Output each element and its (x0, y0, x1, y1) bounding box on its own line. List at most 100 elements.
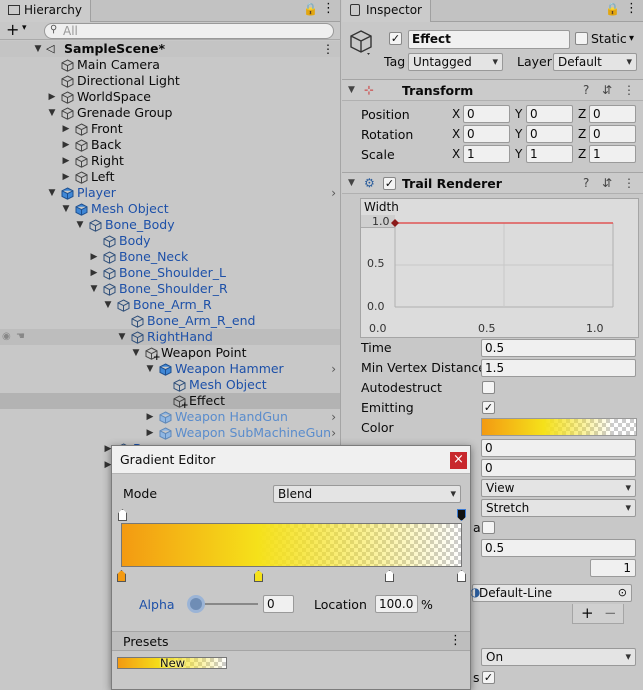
trail-enabled-checkbox[interactable]: ✓ (383, 177, 396, 190)
fold-closed-icon[interactable]: ▶ (61, 153, 71, 169)
color-gradient-field[interactable] (481, 418, 637, 436)
array-size-field[interactable]: 1 (590, 559, 636, 577)
object-name-field[interactable]: Effect (408, 30, 570, 49)
menu-icon[interactable]: ⋮ (322, 1, 335, 16)
hierarchy-row[interactable]: ▼ RightHand (0, 329, 340, 345)
rotation-field[interactable]: 0 (463, 125, 510, 143)
alpha-stop-start[interactable] (118, 509, 127, 521)
color-stop[interactable] (457, 570, 466, 582)
fold-closed-icon[interactable]: ▶ (61, 137, 71, 153)
min-vertex-distance-field[interactable]: 1.5 (481, 359, 636, 377)
hierarchy-row[interactable]: Directional Light (0, 73, 340, 89)
hierarchy-row[interactable]: ▶ Right (0, 153, 340, 169)
fold-closed-icon[interactable]: ▶ (61, 121, 71, 137)
transform-header[interactable]: ▼ ⊹ Transform ? ⇵ ⋮ (342, 79, 643, 101)
hierarchy-row[interactable]: ▶ Left (0, 169, 340, 185)
layer-dropdown[interactable]: Default (553, 53, 637, 71)
hierarchy-row[interactable]: ▼ Grenade Group (0, 105, 340, 121)
visibility-icon[interactable]: ◉ (2, 331, 11, 342)
alpha-slider-track[interactable] (196, 603, 258, 605)
hierarchy-row[interactable]: ▶ Weapon SubMachineGun › (0, 425, 340, 441)
static-checkbox[interactable] (575, 32, 588, 45)
fold-open-icon[interactable]: ▼ (33, 41, 43, 57)
chevron-right-icon[interactable]: › (331, 425, 336, 441)
dialog-titlebar[interactable]: Gradient Editor × (112, 446, 470, 474)
color-stop[interactable] (385, 570, 394, 582)
fold-open-icon[interactable]: ▼ (89, 281, 99, 297)
component-menu-icon[interactable]: ⋮ (623, 83, 635, 97)
fold-closed-icon[interactable]: ▶ (61, 169, 71, 185)
hierarchy-row[interactable]: ▶ Weapon HandGun › (0, 409, 340, 425)
fold-closed-icon[interactable]: ▶ (145, 409, 155, 425)
hierarchy-row[interactable]: ▶ Bone_Shoulder_L (0, 265, 340, 281)
gameobject-cube-icon[interactable] (348, 28, 374, 56)
scene-row[interactable]: ▼ ◁ SampleScene* ⋮ (0, 41, 340, 57)
hierarchy-row[interactable]: ▶ Back (0, 137, 340, 153)
preset-icon[interactable]: ⇵ (602, 176, 612, 190)
scene-menu-icon[interactable]: ⋮ (322, 41, 334, 57)
fold-closed-icon[interactable]: ▶ (47, 89, 57, 105)
static-dropdown-icon[interactable]: ▾ (629, 33, 634, 44)
pickable-icon[interactable]: ☚ (16, 331, 25, 342)
position-field[interactable]: 0 (526, 105, 573, 123)
component-menu-icon[interactable]: ⋮ (623, 176, 635, 190)
fold-open-icon[interactable]: ▼ (75, 217, 85, 233)
position-field[interactable]: 0 (589, 105, 636, 123)
color-stop[interactable] (117, 570, 126, 582)
position-field[interactable]: 0 (463, 105, 510, 123)
numeric-field[interactable]: 0 (481, 459, 636, 477)
hierarchy-row[interactable]: ▶ Front (0, 121, 340, 137)
help-icon[interactable]: ? (583, 83, 589, 97)
alpha-field[interactable]: 0 (263, 595, 294, 613)
hierarchy-row[interactable]: ▼ Bone_Body (0, 217, 340, 233)
location-field[interactable]: 100.0 (375, 595, 418, 613)
fold-open-icon[interactable]: ▼ (145, 361, 155, 377)
hierarchy-row[interactable]: ▼ + Weapon Point (0, 345, 340, 363)
fold-open-icon[interactable]: ▼ (47, 105, 57, 121)
curve-key-handle[interactable] (391, 219, 399, 227)
fold-open-icon[interactable]: ▼ (131, 345, 141, 361)
generate-lighting-checkbox[interactable] (482, 521, 495, 534)
fold-closed-icon[interactable]: ▶ (89, 249, 99, 265)
gradient-preview[interactable] (121, 523, 462, 567)
numeric-field[interactable]: 0.5 (481, 539, 636, 557)
add-dropdown-icon[interactable]: ▾ (22, 23, 27, 33)
hierarchy-row[interactable]: ▼ Mesh Object (0, 201, 340, 217)
chevron-right-icon[interactable]: › (331, 185, 336, 201)
inspector-tab[interactable]: Inspector (342, 0, 431, 22)
scale-field[interactable]: 1 (589, 145, 636, 163)
fold-open-icon[interactable]: ▼ (103, 297, 113, 313)
presets-header[interactable]: Presets ⋮ (112, 631, 470, 651)
close-button[interactable]: × (450, 452, 467, 469)
hierarchy-row[interactable]: ▶ WorldSpace (0, 89, 340, 105)
presets-menu-icon[interactable]: ⋮ (449, 633, 462, 648)
remove-element-button[interactable]: − (604, 604, 617, 622)
add-button[interactable]: + (6, 20, 19, 39)
color-stop[interactable] (254, 570, 263, 582)
hierarchy-row[interactable]: Main Camera (0, 57, 340, 73)
chevron-right-icon[interactable]: › (331, 361, 336, 377)
active-checkbox[interactable]: ✓ (389, 32, 402, 45)
width-curve-editor[interactable]: Width 1.0 0.5 0.0 0.0 0.5 1.0 (360, 198, 639, 338)
chevron-right-icon[interactable]: › (331, 409, 336, 425)
scale-field[interactable]: 1 (526, 145, 573, 163)
fold-open-icon[interactable]: ▼ (61, 201, 71, 217)
fold-closed-icon[interactable]: ▶ (89, 265, 99, 281)
fold-open-icon[interactable]: ▼ (348, 178, 355, 188)
alignment-dropdown[interactable]: View (481, 479, 636, 497)
hierarchy-row[interactable]: ▼ Weapon Hammer › (0, 361, 340, 377)
scale-field[interactable]: 1 (463, 145, 510, 163)
fold-open-icon[interactable]: ▼ (47, 185, 57, 201)
fold-open-icon[interactable]: ▼ (117, 329, 127, 345)
fold-closed-icon[interactable]: ▶ (145, 425, 155, 441)
help-icon[interactable]: ? (583, 176, 589, 190)
hierarchy-row[interactable]: Mesh Object (0, 377, 340, 393)
alpha-stop-end-selected[interactable] (457, 509, 466, 521)
object-picker-icon[interactable]: ⊙ (618, 585, 627, 601)
hierarchy-row[interactable]: ▼ Bone_Arm_R (0, 297, 340, 313)
search-input[interactable]: ⚲ All (44, 23, 334, 39)
fold-open-icon[interactable]: ▼ (348, 85, 355, 95)
hierarchy-row[interactable]: ▼ Player › (0, 185, 340, 201)
add-element-button[interactable]: + (581, 604, 594, 622)
hierarchy-row[interactable]: ▼ Bone_Shoulder_R (0, 281, 340, 297)
